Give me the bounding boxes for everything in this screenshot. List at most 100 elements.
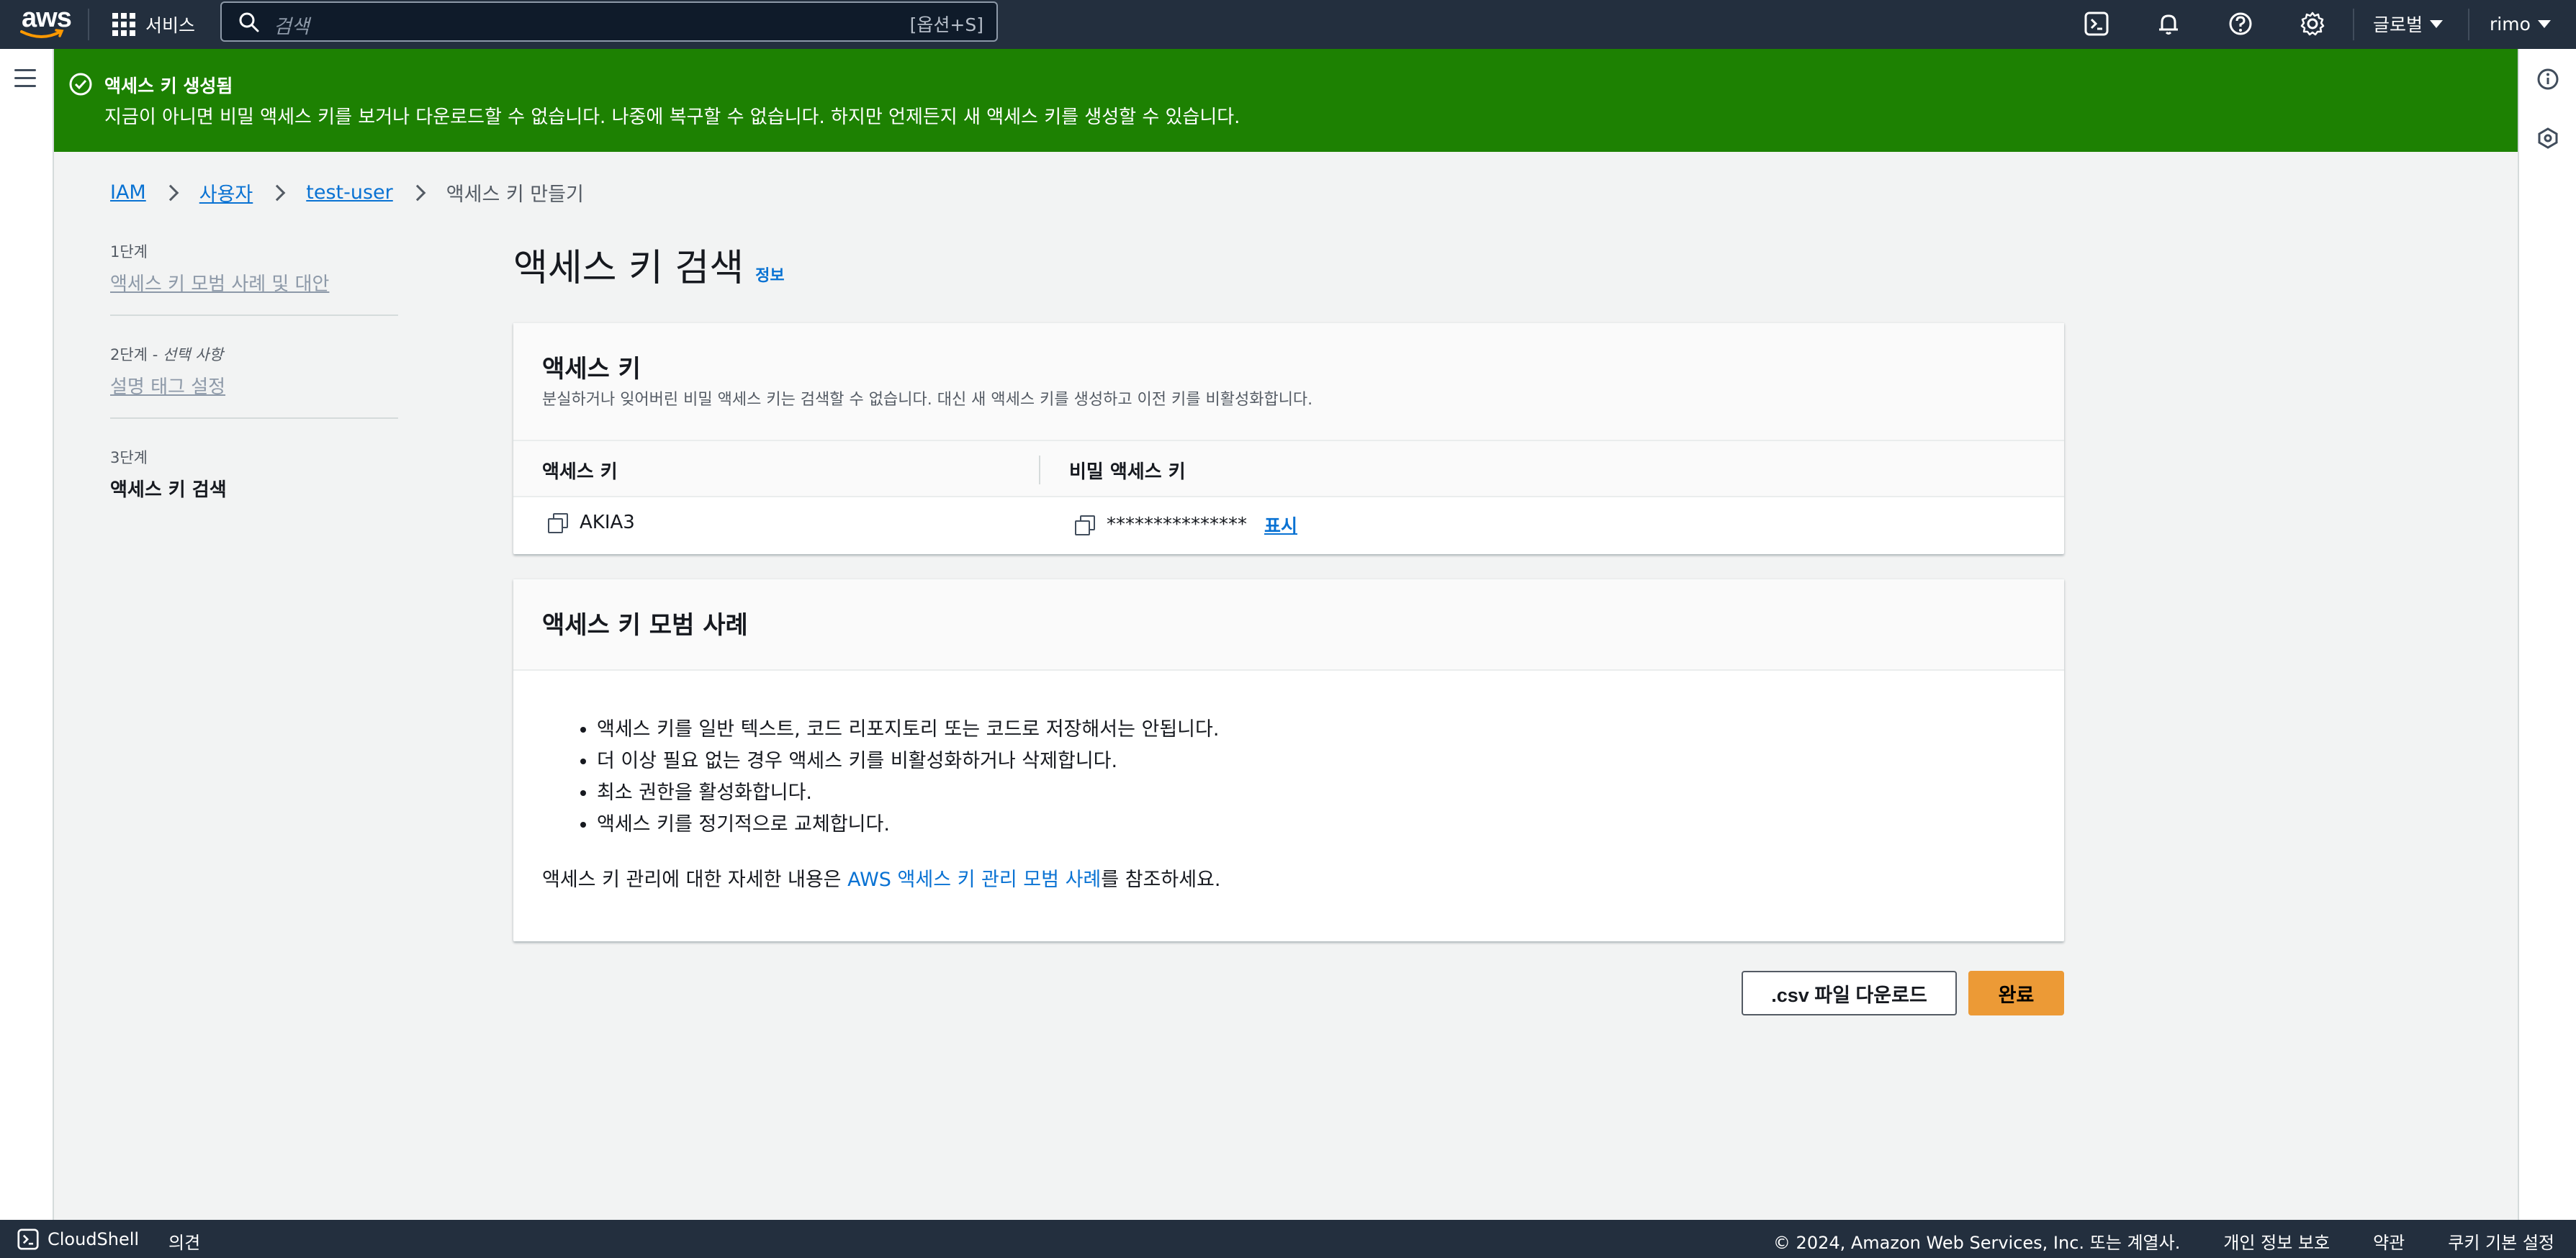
copy-icon[interactable] — [1075, 515, 1095, 535]
step-3-current: 액세스 키 검색 — [110, 479, 227, 501]
column-header-access-key: 액세스 키 — [542, 461, 618, 483]
panel-title: 액세스 키 — [542, 355, 641, 384]
grid-icon — [112, 13, 135, 36]
caret-down-icon — [2430, 19, 2444, 28]
access-key-panel: 액세스 키 분실하거나 잊어버린 비밀 액세스 키는 검색할 수 없습니다. 대… — [513, 322, 2064, 554]
access-key-value: AKIA3 — [580, 512, 635, 533]
panel-description: 분실하거나 잊어버린 비밀 액세스 키는 검색할 수 없습니다. 대신 새 액세… — [542, 391, 1313, 409]
info-panel-button[interactable] — [2534, 65, 2562, 94]
step-number: 2단계 - 선택 사항 — [110, 346, 223, 363]
best-practices-footer: 액세스 키 관리에 대한 자세한 내용은 AWS 액세스 키 관리 모범 사례를… — [542, 864, 1220, 892]
list-item: 액세스 키를 정기적으로 교체합니다. — [597, 809, 1219, 841]
secret-key-masked: *************** — [1107, 514, 1247, 535]
right-side-rail — [2518, 49, 2576, 1220]
account-menu[interactable]: rimo — [2490, 7, 2551, 40]
chevron-right-icon — [269, 184, 286, 201]
copy-icon[interactable] — [548, 513, 568, 533]
wizard-step-1: 1단계 액세스 키 모범 사례 및 대안 — [110, 240, 398, 296]
chevron-right-icon — [162, 184, 179, 201]
bell-icon — [2159, 14, 2178, 35]
step-divider — [110, 417, 398, 419]
show-secret-link[interactable]: 표시 — [1264, 512, 1297, 538]
cloudshell-button[interactable] — [2080, 7, 2113, 40]
search-input[interactable]: 검색 [옵션+S] — [220, 1, 998, 42]
notifications-button[interactable] — [2152, 7, 2185, 40]
panel-header: 액세스 키 분실하거나 잊어버린 비밀 액세스 키는 검색할 수 없습니다. 대… — [513, 323, 2064, 440]
panel-title: 액세스 키 모범 사례 — [542, 611, 748, 640]
terminal-icon — [17, 1228, 39, 1250]
success-flash-banner: 액세스 키 생성됨 지금이 아니면 비밀 액세스 키를 보거나 다운로드할 수 … — [54, 49, 2518, 152]
info-link[interactable]: 정보 — [755, 263, 784, 286]
search-shortcut-hint: [옵션+S] — [909, 14, 983, 35]
aws-logo[interactable]: aws — [16, 3, 73, 43]
page-title: 액세스 키 검색 — [513, 247, 744, 290]
best-practices-panel: 액세스 키 모범 사례 액세스 키를 일반 텍스트, 코드 리포지토리 또는 코… — [513, 579, 2064, 941]
breadcrumb-link-test-user[interactable]: test-user — [306, 181, 393, 204]
wizard-steps: 1단계 액세스 키 모범 사례 및 대안 2단계 - 선택 사항 설명 태그 설… — [110, 240, 398, 502]
breadcrumb-link-users[interactable]: 사용자 — [199, 178, 253, 207]
menu-icon[interactable] — [14, 69, 36, 93]
aws-smile-icon — [20, 29, 64, 38]
help-icon — [2229, 12, 2252, 35]
flash-title: 액세스 키 생성됨 — [104, 76, 233, 96]
info-icon — [2537, 68, 2559, 90]
list-item: 더 이상 필요 없는 경우 액세스 키를 비활성화하거나 삭제합니다. — [597, 746, 1219, 777]
nav-divider — [2468, 9, 2469, 40]
nav-divider — [88, 9, 89, 40]
step-2-link[interactable]: 설명 태그 설정 — [110, 372, 398, 399]
best-practices-list: 액세스 키를 일반 텍스트, 코드 리포지토리 또는 코드로 저장해서는 안됩니… — [597, 714, 1219, 841]
wizard-step-2: 2단계 - 선택 사항 설명 태그 설정 — [110, 343, 398, 399]
footer-text-prefix: 액세스 키 관리에 대한 자세한 내용은 — [542, 869, 848, 891]
step-divider — [110, 314, 398, 316]
panel-header: 액세스 키 모범 사례 — [513, 579, 2064, 671]
top-navigation: aws 서비스 검색 [옵션+S] 글로벌 rimo — [0, 0, 2576, 49]
privacy-link[interactable]: 개인 정보 보호 — [2223, 1228, 2330, 1254]
cloudshell-label: CloudShell — [48, 1229, 140, 1249]
services-label: 서비스 — [145, 15, 196, 36]
user-label: rimo — [2490, 13, 2531, 35]
download-csv-button[interactable]: .csv 파일 다운로드 — [1742, 971, 1957, 1015]
terminal-icon — [2084, 12, 2109, 36]
region-selector[interactable]: 글로벌 — [2373, 7, 2444, 40]
left-side-rail — [0, 49, 54, 1220]
breadcrumb: IAM 사용자 test-user 액세스 키 만들기 — [110, 178, 584, 207]
step-optional-label: 선택 사항 — [162, 346, 223, 363]
services-menu-button[interactable]: 서비스 — [112, 4, 195, 45]
list-item: 액세스 키를 일반 텍스트, 코드 리포지토리 또는 코드로 저장해서는 안됩니… — [597, 714, 1219, 746]
terms-link[interactable]: 약관 — [2373, 1228, 2405, 1254]
flash-message: 지금이 아니면 비밀 액세스 키를 보거나 다운로드할 수 없습니다. 나중에 … — [104, 107, 1240, 128]
guidance-panel-button[interactable] — [2534, 124, 2562, 153]
page-header: 액세스 키 검색 정보 — [513, 237, 785, 291]
wizard-step-3: 3단계 액세스 키 검색 — [110, 446, 398, 502]
search-icon — [239, 12, 259, 32]
settings-button[interactable] — [2296, 7, 2329, 40]
nav-divider — [2353, 9, 2354, 40]
access-key-cell: AKIA3 — [548, 512, 635, 533]
help-button[interactable] — [2224, 7, 2257, 40]
cookie-preferences-link[interactable]: 쿠키 기본 설정 — [2448, 1228, 2554, 1254]
key-table-header: 액세스 키 비밀 액세스 키 — [513, 440, 2064, 497]
secret-key-cell: *************** 표시 — [1075, 512, 1297, 538]
caret-down-icon — [2537, 19, 2551, 28]
footer-links: © 2024, Amazon Web Services, Inc. 또는 계열사… — [1773, 1228, 2554, 1254]
feedback-link[interactable]: 의견 — [168, 1228, 200, 1254]
check-circle-icon — [69, 73, 92, 96]
chevron-right-icon — [409, 184, 426, 201]
column-divider — [1039, 456, 1040, 484]
step-1-link[interactable]: 액세스 키 모범 사례 및 대안 — [110, 269, 398, 296]
done-button[interactable]: 완료 — [1968, 971, 2064, 1015]
copyright-text: © 2024, Amazon Web Services, Inc. 또는 계열사… — [1773, 1233, 2181, 1253]
step-number: 3단계 — [110, 449, 148, 466]
best-practices-link[interactable]: AWS 액세스 키 관리 모범 사례 — [847, 869, 1101, 891]
console-footer: CloudShell 의견 © 2024, Amazon Web Service… — [0, 1220, 2576, 1258]
breadcrumb-link-iam[interactable]: IAM — [110, 181, 146, 204]
step-number: 1단계 — [110, 243, 148, 261]
breadcrumb-current: 액세스 키 만들기 — [446, 184, 584, 206]
list-item: 최소 권한을 활성화합니다. — [597, 777, 1219, 809]
footer-text-suffix: 를 참조하세요. — [1101, 869, 1221, 891]
cloudshell-footer-button[interactable]: CloudShell — [17, 1228, 139, 1250]
search-placeholder: 검색 — [274, 16, 310, 38]
hexagon-icon — [2538, 127, 2558, 149]
region-label: 글로벌 — [2373, 14, 2423, 35]
gear-icon — [2300, 12, 2325, 36]
